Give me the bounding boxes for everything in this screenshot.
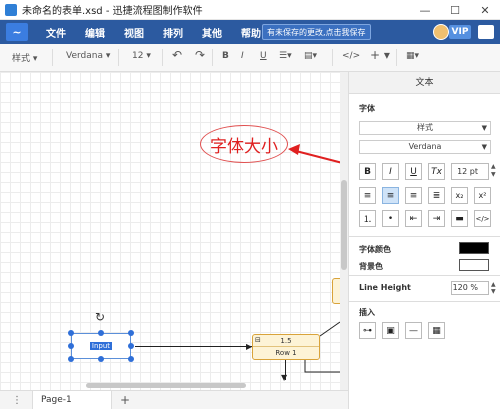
horizontal-scrollbar[interactable] — [86, 383, 246, 388]
font-color-swatch[interactable] — [459, 242, 489, 254]
html-button[interactable]: </> — [474, 210, 491, 227]
annotation-arrow-head — [288, 144, 300, 155]
resize-handle[interactable] — [128, 343, 134, 349]
panel-title: 文本 — [349, 72, 500, 94]
collapse-icon[interactable]: ⊟ — [255, 336, 261, 344]
connector-line — [319, 321, 341, 337]
bg-color-swatch[interactable] — [459, 259, 489, 271]
scrollbar-thumb[interactable] — [341, 180, 347, 270]
resize-handle[interactable] — [68, 330, 74, 336]
font-color-label: 字体颜色 — [359, 245, 391, 254]
subscript-button[interactable]: x₂ — [451, 187, 468, 204]
font-family-select[interactable]: Verdana ▼ — [359, 140, 491, 154]
resize-handle[interactable] — [68, 343, 74, 349]
resize-handle[interactable] — [98, 356, 104, 362]
italic-button[interactable]: I — [382, 163, 399, 180]
divider — [349, 301, 500, 302]
font-size-annotation[interactable]: 字体大小 — [200, 125, 288, 163]
input-shape-label[interactable]: Input — [89, 342, 113, 350]
image-icon[interactable]: ▣ — [382, 322, 399, 339]
numbered-list-button[interactable]: ⒈ — [359, 210, 376, 227]
bold-button[interactable]: B — [359, 163, 376, 180]
resize-handle[interactable] — [128, 356, 134, 362]
divider — [349, 236, 500, 237]
align-center-button[interactable]: ≡ — [382, 187, 399, 204]
row-node-label: Row 1 — [275, 349, 297, 357]
page-tab[interactable]: Page-1 — [32, 390, 112, 409]
add-page-button[interactable]: + — [120, 393, 130, 407]
row-node[interactable]: ⊟ 1.5 Row 1 — [252, 334, 320, 360]
underline-button[interactable]: U — [405, 163, 422, 180]
page-bar: ⋮ Page-1 + — [0, 390, 348, 409]
indent-button[interactable]: ⇥ — [428, 210, 445, 227]
vertical-scrollbar[interactable] — [340, 72, 348, 390]
resize-handle[interactable] — [128, 330, 134, 336]
link-icon[interactable]: ⊶ — [359, 322, 376, 339]
insert-label: 插入 — [359, 308, 375, 317]
bg-color-label: 背景色 — [359, 262, 383, 271]
font-section-label: 字体 — [359, 104, 375, 113]
pages-menu-icon[interactable]: ⋮ — [12, 395, 26, 406]
rotate-handle-icon[interactable]: ↻ — [95, 310, 105, 324]
align-right-button[interactable]: ≡ — [405, 187, 422, 204]
format-panel: 文本 字体 样式 ▼ Verdana ▼ B I U Tx 12 pt ▲ ▼ ≡ ≡… — [348, 72, 500, 409]
line-height-label: Line Height — [359, 283, 411, 292]
justify-button[interactable]: ≣ — [428, 187, 445, 204]
chevron-down-icon: ▼ — [481, 124, 487, 132]
row-node-value: 1.5 — [253, 335, 319, 347]
spinner-icon[interactable]: ▲ ▼ — [491, 163, 496, 179]
align-left-button[interactable]: ≡ — [359, 187, 376, 204]
style-select[interactable]: 样式 ▼ — [359, 121, 491, 135]
clear-format-button[interactable]: Tx — [428, 163, 445, 180]
spinner-icon[interactable]: ▲ ▼ — [491, 281, 496, 295]
outdent-button[interactable]: ⇤ — [405, 210, 422, 227]
connector-line — [304, 360, 340, 373]
line-height-input[interactable]: 120 % — [451, 281, 489, 295]
table-icon[interactable]: ▦ — [428, 322, 445, 339]
font-size-input[interactable]: 12 pt — [451, 163, 489, 180]
bullet-list-button[interactable]: • — [382, 210, 399, 227]
resize-handle[interactable] — [98, 330, 104, 336]
resize-handle[interactable] — [68, 356, 74, 362]
divider — [349, 275, 500, 276]
block-button[interactable]: ▬ — [451, 210, 468, 227]
superscript-button[interactable]: x² — [474, 187, 491, 204]
chevron-down-icon: ▼ — [481, 143, 487, 151]
horizontal-rule-icon[interactable]: — — [405, 322, 422, 339]
